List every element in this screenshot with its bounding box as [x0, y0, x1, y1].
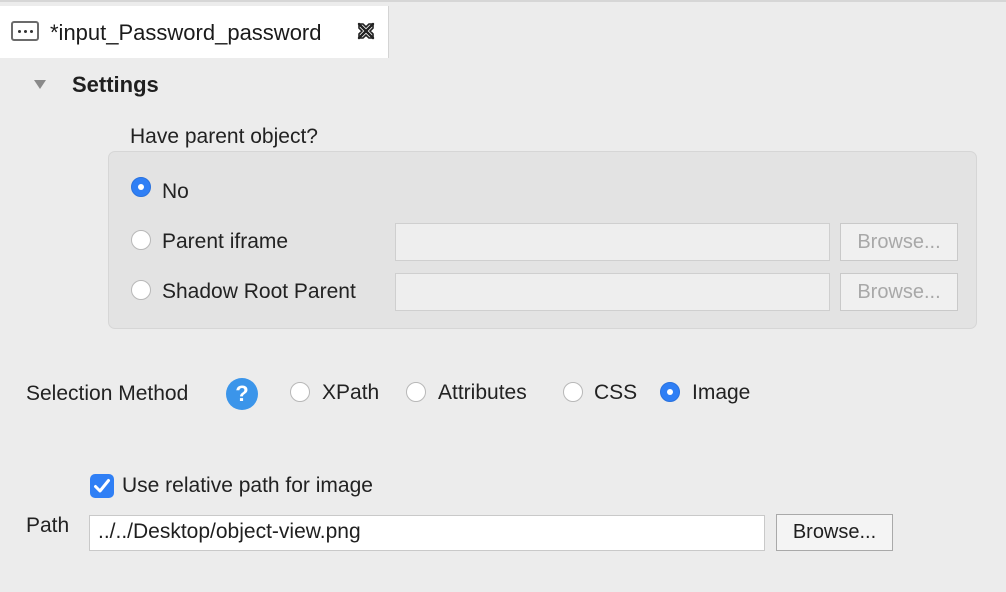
radio-xpath-label: XPath [322, 381, 380, 404]
shadow-root-input[interactable] [395, 273, 830, 311]
radio-attributes-label: Attributes [438, 381, 527, 404]
close-icon[interactable] [355, 20, 377, 42]
radio-image-label: Image [692, 381, 751, 404]
radio-image[interactable] [660, 382, 680, 402]
radio-shadow-root-parent-label: Shadow Root Parent [162, 280, 356, 303]
object-icon [11, 21, 39, 41]
radio-shadow-root-parent[interactable] [131, 280, 151, 300]
collapse-arrow-icon[interactable] [34, 80, 46, 89]
path-browse-button[interactable]: Browse... [776, 514, 893, 551]
help-icon[interactable]: ? [226, 378, 258, 410]
radio-attributes[interactable] [406, 382, 426, 402]
radio-parent-iframe[interactable] [131, 230, 151, 250]
tab-title: *input_Password_password [50, 20, 322, 45]
parent-iframe-browse-button[interactable]: Browse... [840, 223, 958, 261]
parent-question-label: Have parent object? [130, 125, 318, 148]
path-label: Path [26, 514, 70, 537]
relative-path-label: Use relative path for image [122, 474, 373, 497]
selection-method-label: Selection Method [26, 382, 189, 405]
radio-no-label: No [162, 180, 189, 203]
radio-no[interactable] [131, 177, 151, 197]
radio-parent-iframe-label: Parent iframe [162, 230, 289, 253]
checkmark-icon [94, 479, 110, 493]
radio-css[interactable] [563, 382, 583, 402]
parent-iframe-input[interactable] [395, 223, 830, 261]
radio-xpath[interactable] [290, 382, 310, 402]
radio-css-label: CSS [594, 381, 638, 404]
path-input[interactable]: ../../Desktop/object-view.png [89, 515, 765, 551]
relative-path-checkbox[interactable] [90, 474, 114, 498]
shadow-root-browse-button[interactable]: Browse... [840, 273, 958, 311]
tab-bar: *input_Password_password [0, 2, 1006, 60]
section-title-settings: Settings [72, 72, 159, 97]
tab-input-password[interactable]: *input_Password_password [0, 6, 389, 60]
